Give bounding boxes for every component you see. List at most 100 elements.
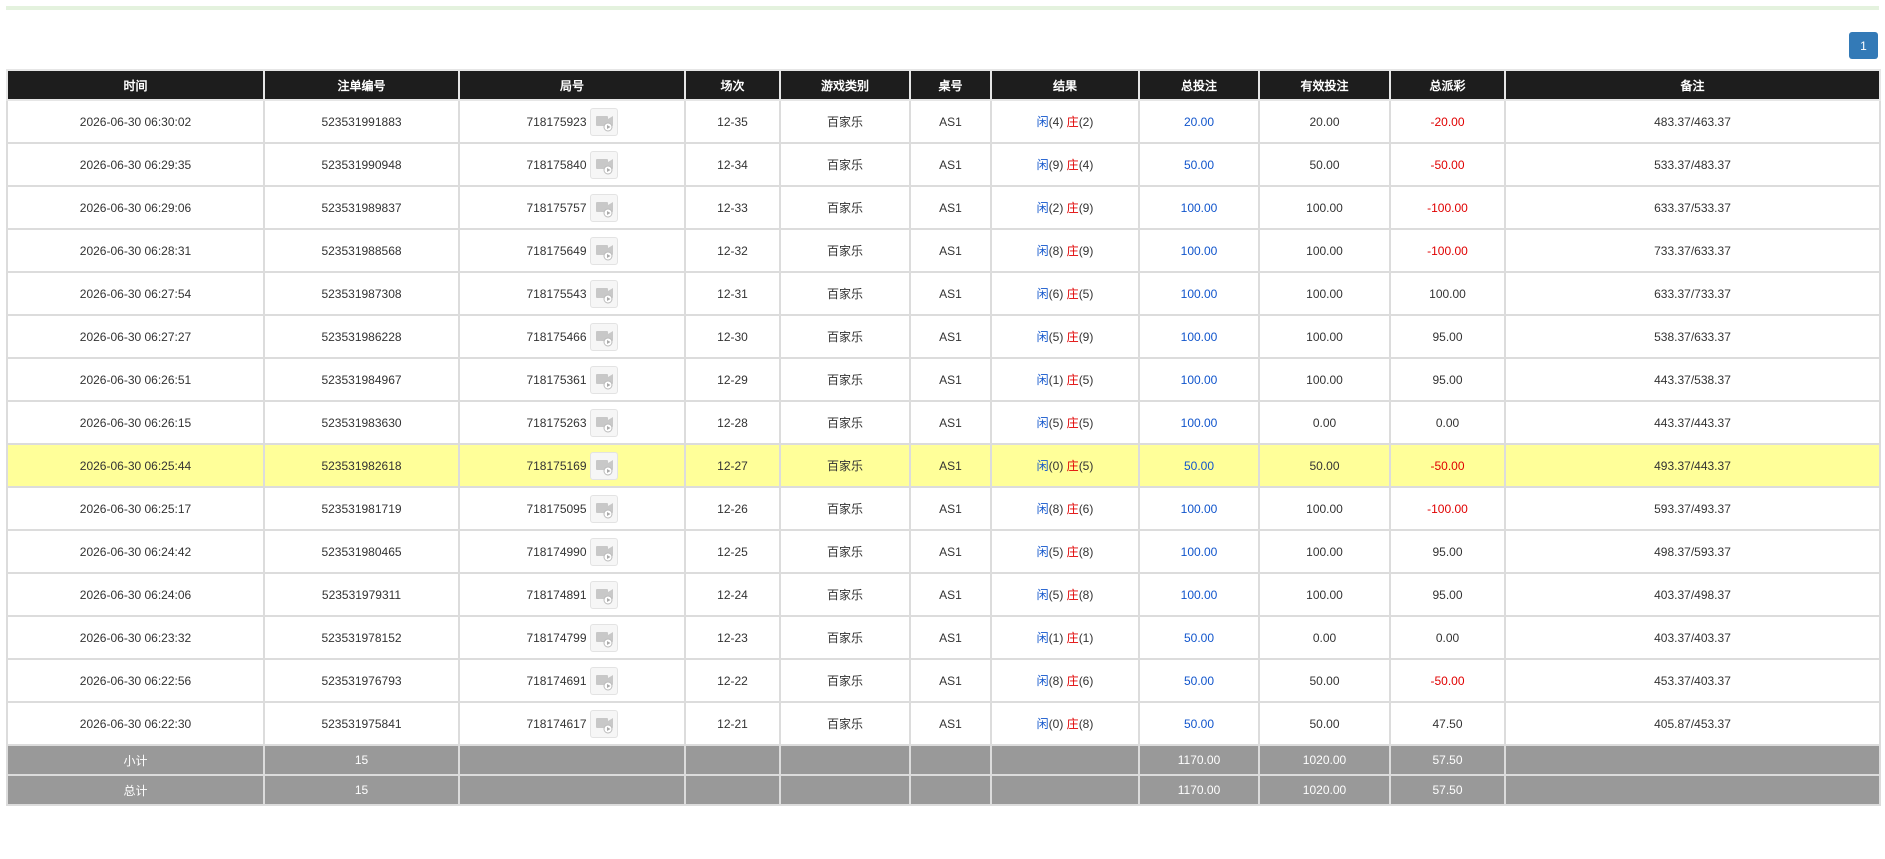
cell-note: 443.37/443.37 bbox=[1504, 400, 1881, 445]
replay-video-icon[interactable] bbox=[589, 150, 618, 179]
replay-video-icon[interactable] bbox=[589, 107, 618, 136]
cell-table-no: AS1 bbox=[909, 314, 992, 359]
cell-round: 718174990 bbox=[458, 529, 686, 574]
replay-video-icon[interactable] bbox=[589, 365, 618, 394]
replay-video-icon[interactable] bbox=[589, 623, 618, 652]
cell-note: 405.87/453.37 bbox=[1504, 701, 1881, 746]
cell-table-no: AS1 bbox=[909, 701, 992, 746]
cell-bet-id: 523531979311 bbox=[263, 572, 460, 617]
cell-session: 12-26 bbox=[684, 486, 781, 531]
cell-total-bet: 100.00 bbox=[1138, 314, 1260, 359]
cell-round: 718175649 bbox=[458, 228, 686, 273]
cell-time: 2026-06-30 06:29:06 bbox=[6, 185, 265, 230]
result-player-label: 闲 bbox=[1036, 545, 1049, 559]
cell-total-bet: 100.00 bbox=[1138, 228, 1260, 273]
replay-video-icon[interactable] bbox=[589, 451, 618, 480]
result-banker-score: (9) bbox=[1078, 330, 1094, 344]
cell-table-no: AS1 bbox=[909, 529, 992, 574]
cell-round: 718175923 bbox=[458, 99, 686, 144]
result-banker-score: (8) bbox=[1078, 717, 1094, 731]
result-banker-score: (5) bbox=[1078, 373, 1094, 387]
round-number: 718175923 bbox=[526, 114, 587, 129]
total-valid-bet: 1020.00 bbox=[1258, 774, 1391, 806]
result-player-score: (5) bbox=[1048, 330, 1064, 344]
cell-note: 403.37/403.37 bbox=[1504, 615, 1881, 660]
table-row: 2026-06-30 06:22:30 523531975841 7181746… bbox=[6, 701, 1881, 746]
round-number: 718174691 bbox=[526, 673, 587, 688]
pagination-page-1[interactable]: 1 bbox=[1849, 32, 1878, 59]
cell-table-no: AS1 bbox=[909, 357, 992, 402]
cell-note: 593.37/493.37 bbox=[1504, 486, 1881, 531]
cell-valid-bet: 100.00 bbox=[1258, 529, 1391, 574]
col-header-total-bet: 总投注 bbox=[1138, 69, 1260, 101]
cell-note: 533.37/483.37 bbox=[1504, 142, 1881, 187]
cell-time: 2026-06-30 06:27:54 bbox=[6, 271, 265, 316]
replay-video-icon[interactable] bbox=[589, 236, 618, 265]
cell-game-type: 百家乐 bbox=[779, 314, 911, 359]
cell-payout: 0.00 bbox=[1389, 615, 1506, 660]
cell-game-type: 百家乐 bbox=[779, 228, 911, 273]
cell-valid-bet: 50.00 bbox=[1258, 443, 1391, 488]
replay-video-icon[interactable] bbox=[589, 322, 618, 351]
result-player-label: 闲 bbox=[1036, 674, 1049, 688]
cell-bet-id: 523531982618 bbox=[263, 443, 460, 488]
result-player-label: 闲 bbox=[1036, 717, 1049, 731]
col-header-result: 结果 bbox=[990, 69, 1140, 101]
cell-total-bet: 50.00 bbox=[1138, 658, 1260, 703]
total-row: 总计 15 1170.00 1020.00 57.50 bbox=[6, 774, 1881, 806]
cell-round: 718175169 bbox=[458, 443, 686, 488]
cell-bet-id: 523531975841 bbox=[263, 701, 460, 746]
total-total-bet: 1170.00 bbox=[1138, 774, 1260, 806]
replay-video-icon[interactable] bbox=[589, 494, 618, 523]
cell-bet-id: 523531976793 bbox=[263, 658, 460, 703]
replay-video-icon[interactable] bbox=[589, 279, 618, 308]
cell-round: 718175466 bbox=[458, 314, 686, 359]
cell-note: 483.37/463.37 bbox=[1504, 99, 1881, 144]
cell-total-bet: 50.00 bbox=[1138, 142, 1260, 187]
cell-valid-bet: 50.00 bbox=[1258, 658, 1391, 703]
replay-video-icon[interactable] bbox=[589, 193, 618, 222]
cell-note: 733.37/633.37 bbox=[1504, 228, 1881, 273]
replay-video-icon[interactable] bbox=[589, 408, 618, 437]
subtotal-label: 小计 bbox=[6, 744, 265, 776]
result-banker-score: (8) bbox=[1078, 588, 1094, 602]
round-number: 718175757 bbox=[526, 200, 587, 215]
cell-round: 718174799 bbox=[458, 615, 686, 660]
replay-video-icon[interactable] bbox=[589, 537, 618, 566]
cell-session: 12-22 bbox=[684, 658, 781, 703]
round-number: 718174891 bbox=[526, 587, 587, 602]
cell-time: 2026-06-30 06:24:42 bbox=[6, 529, 265, 574]
table-row: 2026-06-30 06:24:06 523531979311 7181748… bbox=[6, 572, 1881, 617]
cell-payout: 95.00 bbox=[1389, 572, 1506, 617]
result-banker-score: (2) bbox=[1078, 115, 1094, 129]
result-player-label: 闲 bbox=[1036, 502, 1049, 516]
result-player-label: 闲 bbox=[1036, 287, 1049, 301]
replay-video-icon[interactable] bbox=[589, 666, 618, 695]
result-player-score: (5) bbox=[1048, 588, 1064, 602]
cell-payout: -50.00 bbox=[1389, 443, 1506, 488]
col-header-table-no: 桌号 bbox=[909, 69, 992, 101]
cell-total-bet: 50.00 bbox=[1138, 701, 1260, 746]
table-row: 2026-06-30 06:24:42 523531980465 7181749… bbox=[6, 529, 1881, 574]
replay-video-icon[interactable] bbox=[589, 580, 618, 609]
result-banker-label: 庄 bbox=[1066, 674, 1079, 688]
round-number: 718175095 bbox=[526, 501, 587, 516]
total-count: 15 bbox=[263, 774, 460, 806]
result-banker-label: 庄 bbox=[1066, 631, 1079, 645]
col-header-note: 备注 bbox=[1504, 69, 1881, 101]
cell-session: 12-29 bbox=[684, 357, 781, 402]
replay-video-icon[interactable] bbox=[589, 709, 618, 738]
cell-game-type: 百家乐 bbox=[779, 615, 911, 660]
cell-total-bet: 20.00 bbox=[1138, 99, 1260, 144]
round-number: 718175649 bbox=[526, 243, 587, 258]
cell-time: 2026-06-30 06:26:15 bbox=[6, 400, 265, 445]
cell-round: 718175095 bbox=[458, 486, 686, 531]
cell-game-type: 百家乐 bbox=[779, 529, 911, 574]
result-player-score: (0) bbox=[1048, 459, 1064, 473]
cell-game-type: 百家乐 bbox=[779, 572, 911, 617]
col-header-time: 时间 bbox=[6, 69, 265, 101]
subtotal-row: 小计 15 1170.00 1020.00 57.50 bbox=[6, 744, 1881, 776]
cell-note: 633.37/533.37 bbox=[1504, 185, 1881, 230]
cell-round: 718174617 bbox=[458, 701, 686, 746]
cell-valid-bet: 100.00 bbox=[1258, 357, 1391, 402]
